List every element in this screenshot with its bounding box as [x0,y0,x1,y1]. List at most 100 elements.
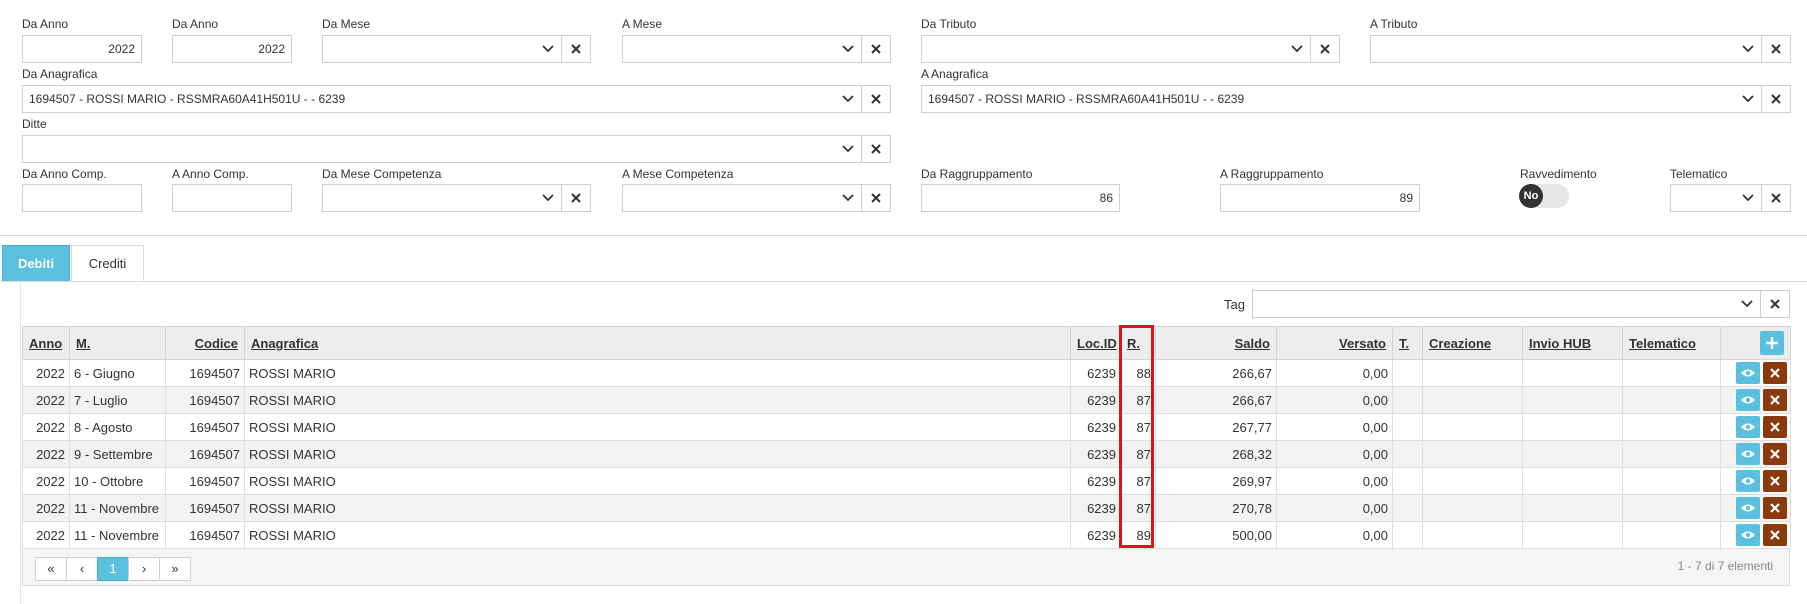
cell-versato: 0,00 [1276,494,1393,522]
clear-da-mese-comp-button[interactable] [561,185,590,211]
ditte-label: Ditte [22,117,47,131]
chevron-down-icon[interactable] [1284,36,1310,62]
cell-actions [1720,467,1791,495]
pager-first-button[interactable]: « [35,557,67,581]
clear-ditte-button[interactable] [861,136,890,162]
col-header-versato[interactable]: Versato [1276,326,1393,360]
chevron-down-icon[interactable] [835,36,861,62]
view-button[interactable] [1736,389,1760,411]
delete-button[interactable] [1763,443,1787,465]
clear-da-mese-button[interactable] [561,36,590,62]
view-button[interactable] [1736,443,1760,465]
a-anno-input[interactable]: 2022 [172,35,292,63]
da-anno-comp-input[interactable] [22,184,142,212]
col-header-locid[interactable]: Loc.ID [1070,326,1121,360]
cell-anno: 2022 [22,521,70,549]
col-header-invio-hub[interactable]: Invio HUB [1522,326,1623,360]
table-row[interactable]: 2022 9 - Settembre 1694507 ROSSI MARIO 6239 8… [22,440,1791,468]
cell-actions [1720,359,1791,387]
delete-button[interactable] [1763,389,1787,411]
tab-crediti[interactable]: Crediti [71,245,144,282]
tab-debiti[interactable]: Debiti [2,245,70,282]
cell-creazione [1422,386,1523,414]
chevron-down-icon[interactable] [1735,86,1761,112]
chevron-down-icon[interactable] [1735,36,1761,62]
add-button[interactable] [1760,331,1784,355]
da-mese-select[interactable] [322,35,591,63]
chevron-down-icon[interactable] [835,185,861,211]
cell-creazione [1422,413,1523,441]
col-header-r[interactable]: R. [1120,326,1156,360]
view-button[interactable] [1736,362,1760,384]
table-row[interactable]: 2022 6 - Giugno 1694507 ROSSI MARIO 6239 88 26… [22,359,1791,387]
plus-icon [1766,337,1778,349]
cell-creazione [1422,467,1523,495]
chevron-down-icon[interactable] [1735,185,1761,211]
a-anno-comp-input[interactable] [172,184,292,212]
a-mese-select[interactable] [622,35,891,63]
view-button[interactable] [1736,416,1760,438]
cell-mese: 8 - Agosto [69,413,166,441]
delete-button[interactable] [1763,497,1787,519]
clear-a-mese-button[interactable] [861,36,890,62]
pager-current-page[interactable]: 1 [97,557,129,581]
clear-telematico-button[interactable] [1761,185,1790,211]
ravvedimento-toggle[interactable]: No [1519,184,1569,208]
cell-actions [1720,440,1791,468]
cell-codice: 1694507 [165,467,245,495]
clear-a-tributo-button[interactable] [1761,36,1790,62]
delete-button[interactable] [1763,470,1787,492]
view-button[interactable] [1736,497,1760,519]
view-button[interactable] [1736,524,1760,546]
a-anagrafica-select[interactable]: 1694507 - ROSSI MARIO - RSSMRA60A41H501U… [921,85,1791,113]
table-row[interactable]: 2022 11 - Novembre 1694507 ROSSI MARIO 6239 8… [22,521,1791,549]
col-header-telematico[interactable]: Telematico [1622,326,1721,360]
cell-locid: 6239 [1070,440,1121,468]
close-icon [571,193,581,203]
clear-da-tributo-button[interactable] [1310,36,1339,62]
clear-a-anagrafica-button[interactable] [1761,86,1790,112]
cell-codice: 1694507 [165,386,245,414]
table-row[interactable]: 2022 11 - Novembre 1694507 ROSSI MARIO 6239 8… [22,494,1791,522]
a-tributo-select[interactable] [1370,35,1791,63]
cell-mese: 9 - Settembre [69,440,166,468]
a-mese-comp-select[interactable] [622,184,891,212]
clear-a-mese-comp-button[interactable] [861,185,890,211]
da-anagrafica-select[interactable]: 1694507 - ROSSI MARIO - RSSMRA60A41H501U… [22,85,891,113]
chevron-down-icon[interactable] [835,136,861,162]
col-header-t[interactable]: T. [1392,326,1423,360]
da-anno-input[interactable]: 2022 [22,35,142,63]
table-row[interactable]: 2022 8 - Agosto 1694507 ROSSI MARIO 6239 87 26… [22,413,1791,441]
a-raggruppamento-input[interactable]: 89 [1220,184,1420,212]
chevron-down-icon[interactable] [1734,291,1760,317]
ditte-select[interactable] [22,135,891,163]
eye-icon [1741,396,1755,404]
col-header-anno[interactable]: Anno [22,326,70,360]
table-row[interactable]: 2022 7 - Luglio 1694507 ROSSI MARIO 6239 87 26… [22,386,1791,414]
pager-last-button[interactable]: » [159,557,191,581]
clear-da-anagrafica-button[interactable] [861,86,890,112]
chevron-down-icon[interactable] [535,185,561,211]
delete-button[interactable] [1763,524,1787,546]
col-header-mese[interactable]: M. [69,326,166,360]
col-header-creazione[interactable]: Creazione [1422,326,1523,360]
pager-next-button[interactable]: › [128,557,160,581]
view-button[interactable] [1736,470,1760,492]
tag-select[interactable] [1252,290,1790,318]
delete-button[interactable] [1763,362,1787,384]
chevron-down-icon[interactable] [535,36,561,62]
da-mese-comp-select[interactable] [322,184,591,212]
cell-telematico [1622,467,1721,495]
da-tributo-select[interactable] [921,35,1340,63]
clear-tag-button[interactable] [1760,291,1789,317]
chevron-down-icon[interactable] [835,86,861,112]
col-header-codice[interactable]: Codice [165,326,245,360]
cell-telematico [1622,413,1721,441]
telematico-select[interactable] [1670,184,1791,212]
delete-button[interactable] [1763,416,1787,438]
col-header-anagrafica[interactable]: Anagrafica [244,326,1071,360]
da-raggruppamento-input[interactable]: 86 [921,184,1120,212]
pager-prev-button[interactable]: ‹ [66,557,98,581]
table-row[interactable]: 2022 10 - Ottobre 1694507 ROSSI MARIO 6239 87… [22,467,1791,495]
col-header-saldo[interactable]: Saldo [1155,326,1277,360]
